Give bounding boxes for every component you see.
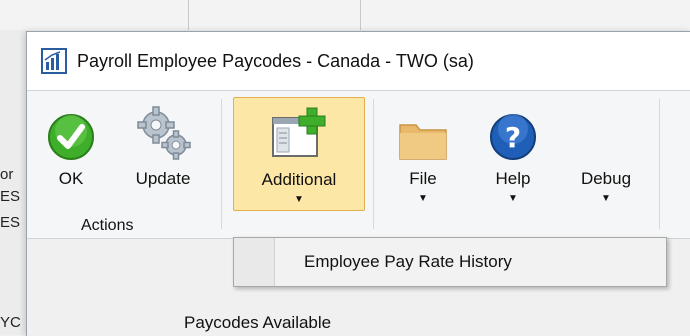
paycodes-window: Payroll Employee Paycodes - Canada - TWO… xyxy=(26,31,690,336)
dropdown-arrow-icon: ▼ xyxy=(601,193,611,204)
app-chart-icon xyxy=(41,48,67,74)
group-separator xyxy=(373,99,374,229)
background-window-left: or ES ES YC xyxy=(0,30,26,335)
additional-button-label: Additional xyxy=(261,170,337,189)
update-button[interactable]: Update xyxy=(117,97,209,209)
dropdown-arrow-icon: ▼ xyxy=(294,194,304,205)
group-label-actions: Actions xyxy=(81,217,134,234)
background-window-strip xyxy=(0,0,690,30)
help-button[interactable]: ? Help ▼ xyxy=(475,97,551,209)
background-grid-line xyxy=(188,0,189,30)
file-button-label: File xyxy=(409,169,437,188)
background-text-fragment: YC xyxy=(0,314,21,331)
ribbon: OK Update Actions Additional ▼ File ▼ ? … xyxy=(27,91,690,239)
ok-button[interactable]: OK xyxy=(35,97,107,209)
menu-gutter xyxy=(234,238,275,286)
window-title: Payroll Employee Paycodes - Canada - TWO… xyxy=(77,50,474,71)
dropdown-arrow-icon: ▼ xyxy=(418,193,428,204)
background-text-fragment: ES xyxy=(0,214,21,231)
additional-button[interactable]: Additional ▼ xyxy=(233,97,365,211)
title-bar[interactable]: Payroll Employee Paycodes - Canada - TWO… xyxy=(27,32,690,91)
dropdown-arrow-icon: ▼ xyxy=(508,193,518,204)
background-grid-line xyxy=(360,0,361,30)
window-plus-icon xyxy=(272,107,326,157)
additional-dropdown-menu: Employee Pay Rate History xyxy=(233,237,667,287)
gears-icon xyxy=(137,106,191,160)
group-separator xyxy=(221,99,222,229)
group-separator xyxy=(659,99,660,229)
file-button[interactable]: File ▼ xyxy=(385,97,461,209)
background-text-fragment: or xyxy=(0,166,14,183)
paycodes-available-label: Paycodes Available xyxy=(184,313,332,332)
svg-text:?: ? xyxy=(505,121,521,154)
debug-button-label: Debug xyxy=(580,169,632,188)
green-check-icon xyxy=(48,114,94,160)
update-button-label: Update xyxy=(135,169,191,188)
debug-button[interactable]: Debug ▼ xyxy=(563,97,649,209)
menu-item-employee-pay-rate-history[interactable]: Employee Pay Rate History xyxy=(274,238,666,286)
help-button-label: Help xyxy=(495,169,531,188)
folder-icon xyxy=(399,124,447,160)
help-icon: ? xyxy=(490,114,536,160)
ok-button-label: OK xyxy=(58,169,84,188)
background-text-fragment: ES xyxy=(0,188,21,205)
